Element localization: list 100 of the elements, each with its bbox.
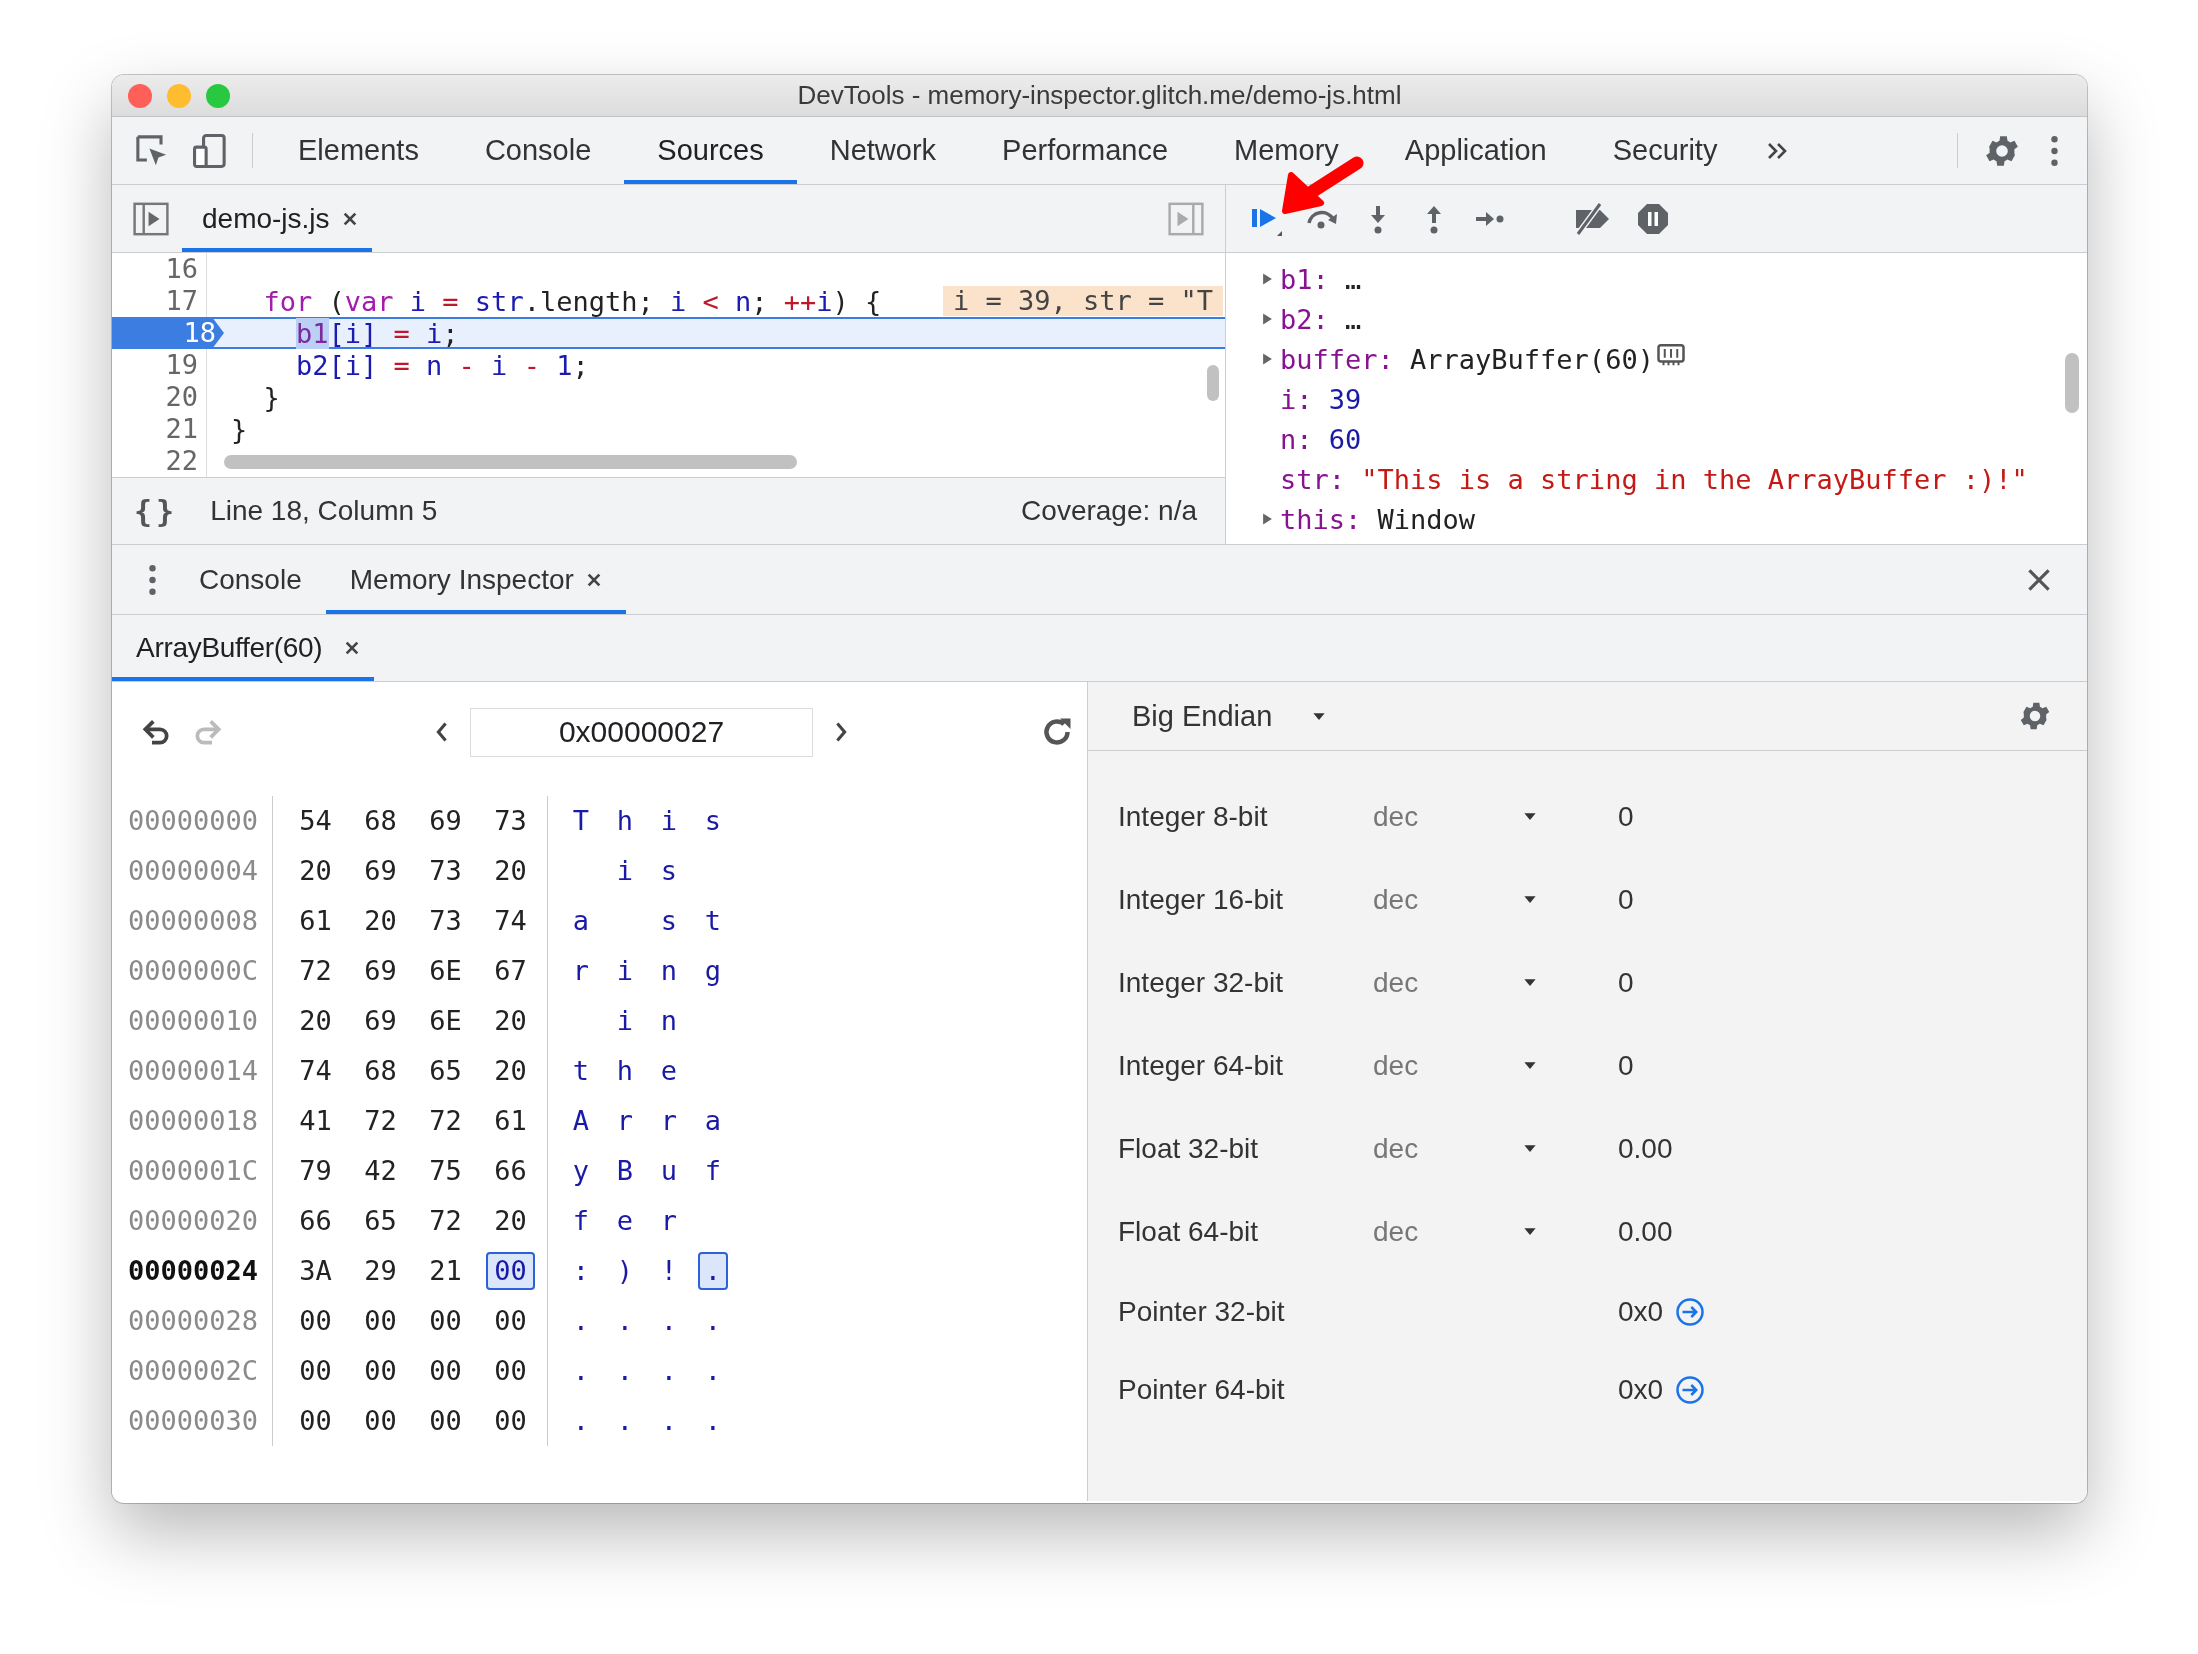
ascii-char[interactable]: .	[566, 1402, 596, 1440]
ascii-char[interactable]: n	[654, 952, 684, 990]
hex-byte[interactable]: 00	[486, 1302, 535, 1340]
hex-byte[interactable]: 72	[421, 1102, 470, 1140]
hex-byte[interactable]: 00	[291, 1352, 340, 1390]
ascii-char[interactable]: g	[698, 952, 728, 990]
device-toolbar-icon[interactable]	[192, 132, 228, 169]
hex-byte[interactable]: 6E	[421, 1002, 470, 1040]
next-page-icon[interactable]	[833, 720, 849, 744]
hex-byte[interactable]: 00	[356, 1402, 405, 1440]
close-icon[interactable]	[341, 210, 358, 227]
expand-arrow-icon[interactable]	[1262, 312, 1273, 326]
hex-byte[interactable]: 61	[291, 902, 340, 940]
ascii-char[interactable]: .	[698, 1302, 728, 1340]
hex-byte[interactable]: 67	[486, 952, 535, 990]
hex-byte[interactable]: 20	[356, 902, 405, 940]
drawer-tab[interactable]: Console	[175, 545, 326, 614]
ascii-char[interactable]: .	[566, 1302, 596, 1340]
panel-tab[interactable]: Network	[796, 117, 970, 184]
navigator-toggle-icon[interactable]	[132, 201, 170, 236]
ascii-char[interactable]: .	[610, 1352, 640, 1390]
ascii-char[interactable]: e	[654, 1052, 684, 1090]
ascii-char[interactable]: t	[566, 1052, 596, 1090]
hex-byte[interactable]: 65	[421, 1052, 470, 1090]
hex-byte[interactable]: 00	[356, 1302, 405, 1340]
ascii-char[interactable]: y	[566, 1152, 596, 1190]
hex-byte[interactable]: 69	[356, 1002, 405, 1040]
hex-byte[interactable]: 68	[356, 802, 405, 840]
address-field[interactable]: 0x00000027	[470, 707, 813, 757]
panel-tab[interactable]: Performance	[969, 117, 1202, 184]
endianness-dropdown[interactable]: Big Endian	[1132, 699, 1327, 733]
line-number[interactable]: 19	[112, 349, 207, 381]
jump-to-address-icon[interactable]	[1675, 1375, 1706, 1405]
hex-byte[interactable]: 79	[291, 1152, 340, 1190]
ascii-char[interactable]: A	[566, 1102, 596, 1140]
ascii-char[interactable]: )	[610, 1252, 640, 1290]
panel-tab[interactable]: Console	[451, 117, 625, 184]
format-dropdown[interactable]: dec	[1373, 1049, 1547, 1082]
debugger-toggle-icon[interactable]	[1167, 201, 1205, 236]
hex-byte[interactable]: 66	[291, 1202, 340, 1240]
panel-tab[interactable]: Elements	[265, 117, 452, 184]
ascii-char[interactable]: f	[566, 1202, 596, 1240]
hex-byte[interactable]: 69	[356, 852, 405, 890]
ascii-char[interactable]: s	[698, 802, 728, 840]
hex-byte[interactable]: 29	[356, 1252, 405, 1290]
close-icon[interactable]	[585, 571, 602, 588]
line-number[interactable]: 20	[112, 381, 207, 413]
hex-byte[interactable]: 20	[486, 1002, 535, 1040]
hex-byte[interactable]: 00	[486, 1402, 535, 1440]
ascii-char[interactable]: e	[610, 1202, 640, 1240]
hex-byte[interactable]: 73	[421, 902, 470, 940]
scrollbar-thumb[interactable]	[2065, 353, 2079, 413]
memory-chip-icon[interactable]	[1655, 341, 1686, 367]
ascii-char[interactable]: s	[654, 902, 684, 940]
ascii-char[interactable]: a	[698, 1102, 728, 1140]
hex-byte[interactable]: 3A	[291, 1252, 340, 1290]
ascii-char[interactable]: .	[654, 1402, 684, 1440]
hex-byte[interactable]: 74	[291, 1052, 340, 1090]
hex-byte[interactable]: 6E	[421, 952, 470, 990]
ascii-char[interactable]: !	[654, 1252, 684, 1290]
line-number[interactable]: 21	[112, 413, 207, 445]
line-number[interactable]: 18	[112, 317, 224, 349]
hex-byte[interactable]: 72	[356, 1102, 405, 1140]
hex-byte[interactable]: 20	[486, 1202, 535, 1240]
format-dropdown[interactable]: dec	[1373, 1132, 1547, 1165]
ascii-char[interactable]: .	[610, 1402, 640, 1440]
ascii-char[interactable]: h	[610, 1052, 640, 1090]
ascii-char[interactable]: i	[654, 802, 684, 840]
expand-arrow-icon[interactable]	[1262, 352, 1273, 366]
hex-byte[interactable]: 00	[486, 1252, 535, 1290]
hex-byte[interactable]: 00	[421, 1402, 470, 1440]
ascii-char[interactable]: :	[566, 1252, 596, 1290]
hex-byte[interactable]: 00	[486, 1352, 535, 1390]
ascii-char[interactable]: .	[654, 1352, 684, 1390]
previous-page-icon[interactable]	[434, 720, 450, 744]
hex-byte[interactable]: 00	[421, 1302, 470, 1340]
ascii-char[interactable]: r	[654, 1202, 684, 1240]
hex-byte[interactable]: 69	[421, 802, 470, 840]
ascii-char[interactable]: u	[654, 1152, 684, 1190]
hex-byte[interactable]: 72	[421, 1202, 470, 1240]
hex-byte[interactable]: 21	[421, 1252, 470, 1290]
panel-tab[interactable]: Application	[1371, 117, 1580, 184]
hex-byte[interactable]: 74	[486, 902, 535, 940]
hex-byte[interactable]: 20	[486, 852, 535, 890]
ascii-char[interactable]: a	[566, 902, 596, 940]
line-number[interactable]: 16	[112, 253, 207, 285]
close-drawer-icon[interactable]	[2027, 567, 2051, 592]
panel-tab[interactable]: Security	[1579, 117, 1751, 184]
ascii-char[interactable]: i	[610, 852, 640, 890]
ascii-char[interactable]: .	[610, 1302, 640, 1340]
hex-byte[interactable]: 20	[486, 1052, 535, 1090]
ascii-char[interactable]: t	[698, 902, 728, 940]
ascii-char[interactable]: .	[698, 1252, 728, 1290]
hex-byte[interactable]: 41	[291, 1102, 340, 1140]
hex-byte[interactable]: 73	[486, 802, 535, 840]
hex-byte[interactable]: 69	[356, 952, 405, 990]
hex-byte[interactable]: 75	[421, 1152, 470, 1190]
ascii-char[interactable]: r	[610, 1102, 640, 1140]
ascii-char[interactable]: .	[654, 1302, 684, 1340]
format-dropdown[interactable]: dec	[1373, 800, 1547, 833]
